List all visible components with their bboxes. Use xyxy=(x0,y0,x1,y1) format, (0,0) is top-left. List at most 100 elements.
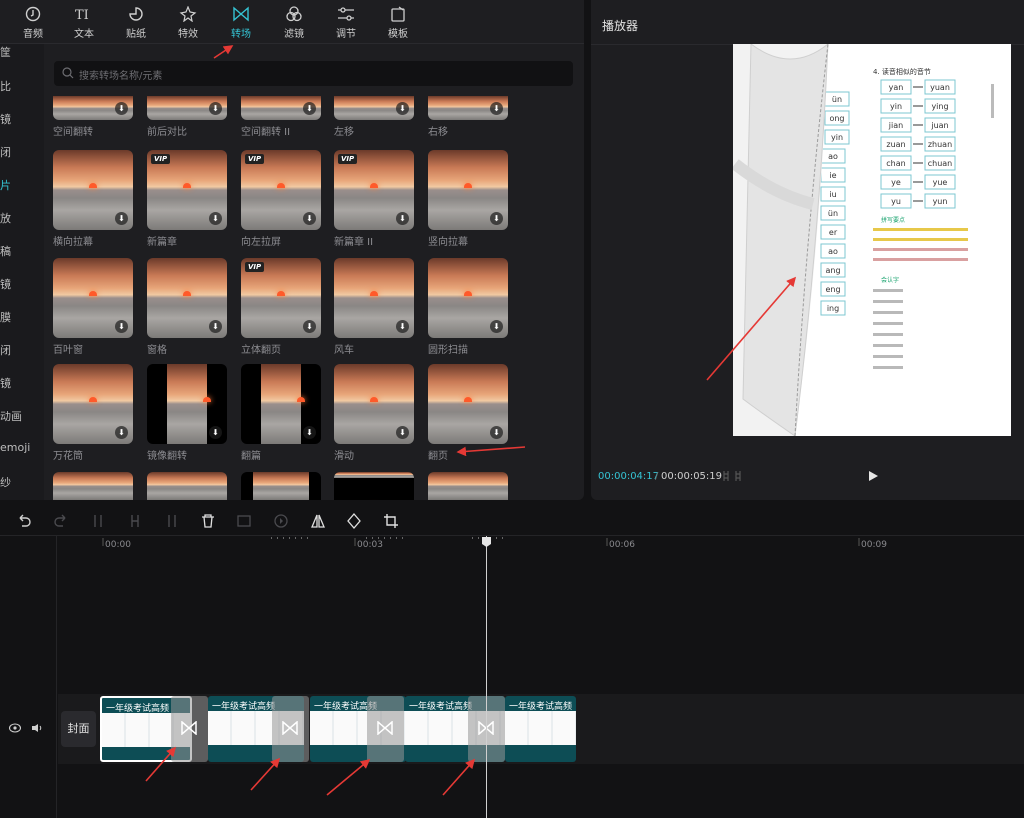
rotate-icon[interactable] xyxy=(346,513,362,529)
transition-card[interactable]: ⬇ 前后对比 xyxy=(147,96,227,138)
download-icon[interactable]: ⬇ xyxy=(303,426,316,439)
download-icon[interactable]: ⬇ xyxy=(209,426,222,439)
tab-effects[interactable]: 特效 xyxy=(162,6,214,40)
transition-card[interactable]: ⬇ 翻篇 xyxy=(241,364,321,462)
transition-card[interactable]: ⬇ 左移 xyxy=(334,96,414,138)
transition-card[interactable]: ⬇ 竖向拉幕 xyxy=(428,150,508,248)
transition-card[interactable]: ⬇ 镜像翻转 xyxy=(147,364,227,462)
redo-icon[interactable] xyxy=(53,513,69,529)
transition-marker[interactable] xyxy=(367,696,404,762)
download-icon[interactable]: ⬇ xyxy=(115,320,128,333)
tab-audio[interactable]: 音频 xyxy=(7,6,59,40)
sidebar-item[interactable]: 膜 xyxy=(0,309,11,325)
download-icon[interactable]: ⬇ xyxy=(115,102,128,115)
freeze-frame-icon[interactable] xyxy=(236,513,252,529)
transition-card[interactable]: ⬇ 风车 xyxy=(334,258,414,356)
sidebar-item[interactable]: 比 xyxy=(0,78,11,94)
sidebar-item[interactable]: 纱 xyxy=(0,474,11,490)
download-icon[interactable]: ⬇ xyxy=(209,102,222,115)
download-icon[interactable]: ⬇ xyxy=(396,102,409,115)
vip-badge: VIP xyxy=(245,262,265,272)
sidebar-item[interactable]: 闭 xyxy=(0,342,11,358)
transition-card[interactable]: ⬇ 圆形扫描 xyxy=(428,258,508,356)
transition-card[interactable] xyxy=(53,472,133,500)
transition-card[interactable] xyxy=(428,472,508,500)
transition-card[interactable]: ⬇ 空间翻转 xyxy=(53,96,133,138)
transition-thumbnail: ⬇ xyxy=(147,258,227,338)
transition-card[interactable]: ⬇ 滑动 xyxy=(334,364,414,462)
transition-thumbnail: VIP ⬇ xyxy=(334,150,414,230)
video-clip[interactable]: 一年级考试高频 xyxy=(505,696,576,762)
delete-icon[interactable] xyxy=(200,513,216,529)
preview-canvas[interactable]: 4. 读音相似的音节 yan yuan yin ying jian juan zuan zhua… xyxy=(733,44,1011,436)
tab-text[interactable]: TI 文本 xyxy=(58,6,110,40)
transition-card[interactable]: ⬇ 右移 xyxy=(428,96,508,138)
cover-button[interactable]: 封面 xyxy=(61,711,96,747)
crop-icon[interactable] xyxy=(383,513,399,529)
tab-template[interactable]: 模板 xyxy=(372,6,424,40)
sidebar-item[interactable]: 动画 xyxy=(0,408,22,424)
eye-icon[interactable] xyxy=(9,723,21,733)
tab-adjust[interactable]: 调节 xyxy=(320,6,372,40)
syllable-text: iu xyxy=(829,190,836,199)
transition-card[interactable]: VIP ⬇ 新篇章 xyxy=(147,150,227,248)
sidebar-item[interactable]: 稿 xyxy=(0,243,11,259)
transition-card[interactable]: ⬇ 百叶窗 xyxy=(53,258,133,356)
note-line xyxy=(873,238,968,241)
split-left-icon[interactable] xyxy=(127,513,143,529)
download-icon[interactable]: ⬇ xyxy=(490,102,503,115)
transition-marker[interactable] xyxy=(171,696,208,762)
speaker-icon[interactable] xyxy=(31,723,43,733)
download-icon[interactable]: ⬇ xyxy=(396,320,409,333)
sidebar-item[interactable]: emoji xyxy=(0,441,30,454)
mirror-icon[interactable] xyxy=(310,513,326,529)
transition-card[interactable]: ⬇ 万花筒 xyxy=(53,364,133,462)
tab-label: 文本 xyxy=(74,29,94,40)
sidebar-item[interactable]: 闭 xyxy=(0,144,11,160)
transition-card[interactable]: VIP ⬇ 新篇章 II xyxy=(334,150,414,248)
sidebar-item[interactable]: 筐 xyxy=(0,44,11,60)
download-icon[interactable]: ⬇ xyxy=(490,426,503,439)
transition-card[interactable]: VIP ⬇ 立体翻页 xyxy=(241,258,321,356)
transition-marker[interactable] xyxy=(272,696,309,762)
timeline-ruler[interactable]: 00:00 00:03 00:06 00:09 xyxy=(0,536,1024,558)
download-icon[interactable]: ⬇ xyxy=(115,212,128,225)
sidebar-item[interactable]: 镜 xyxy=(0,111,11,127)
split-icon[interactable] xyxy=(90,513,106,529)
download-icon[interactable]: ⬇ xyxy=(396,426,409,439)
transition-search-box[interactable]: 搜索转场名称/元素 xyxy=(54,61,573,86)
tab-sticker[interactable]: 贴纸 xyxy=(110,6,162,40)
transition-card[interactable] xyxy=(147,472,227,500)
transition-card[interactable]: ⬇ 窗格 xyxy=(147,258,227,356)
transition-card[interactable]: ⬇ 翻页 xyxy=(428,364,508,462)
sidebar-item[interactable]: 镜 xyxy=(0,276,11,292)
play-icon[interactable] xyxy=(867,470,879,482)
transition-card[interactable]: ⬇ 横向拉幕 xyxy=(53,150,133,248)
tab-transition[interactable]: 转场 xyxy=(215,6,267,40)
transition-card[interactable] xyxy=(241,472,321,500)
sidebar-item[interactable]: 镜 xyxy=(0,375,11,391)
undo-icon[interactable] xyxy=(16,513,32,529)
download-icon[interactable]: ⬇ xyxy=(209,212,222,225)
playhead-handle[interactable] xyxy=(481,536,492,548)
transition-card[interactable]: ⬇ 空间翻转 II xyxy=(241,96,321,138)
vip-badge: VIP xyxy=(151,154,171,164)
total-time: 00:00:05:19 xyxy=(661,471,723,482)
download-icon[interactable]: ⬇ xyxy=(303,102,316,115)
download-icon[interactable]: ⬇ xyxy=(209,320,222,333)
download-icon[interactable]: ⬇ xyxy=(490,212,503,225)
playhead-line[interactable] xyxy=(486,536,487,818)
download-icon[interactable]: ⬇ xyxy=(303,320,316,333)
transition-label: 圆形扫描 xyxy=(428,345,468,356)
download-icon[interactable]: ⬇ xyxy=(490,320,503,333)
download-icon[interactable]: ⬇ xyxy=(115,426,128,439)
sidebar-item[interactable]: 放 xyxy=(0,210,11,226)
split-right-icon[interactable] xyxy=(164,513,180,529)
tab-filter[interactable]: 滤镜 xyxy=(268,6,320,40)
reverse-play-icon[interactable] xyxy=(273,513,289,529)
download-icon[interactable]: ⬇ xyxy=(303,212,316,225)
download-icon[interactable]: ⬇ xyxy=(396,212,409,225)
transition-card[interactable] xyxy=(334,472,414,500)
sidebar-item-active[interactable]: 片 xyxy=(0,177,11,193)
transition-card[interactable]: VIP ⬇ 向左拉屏 xyxy=(241,150,321,248)
